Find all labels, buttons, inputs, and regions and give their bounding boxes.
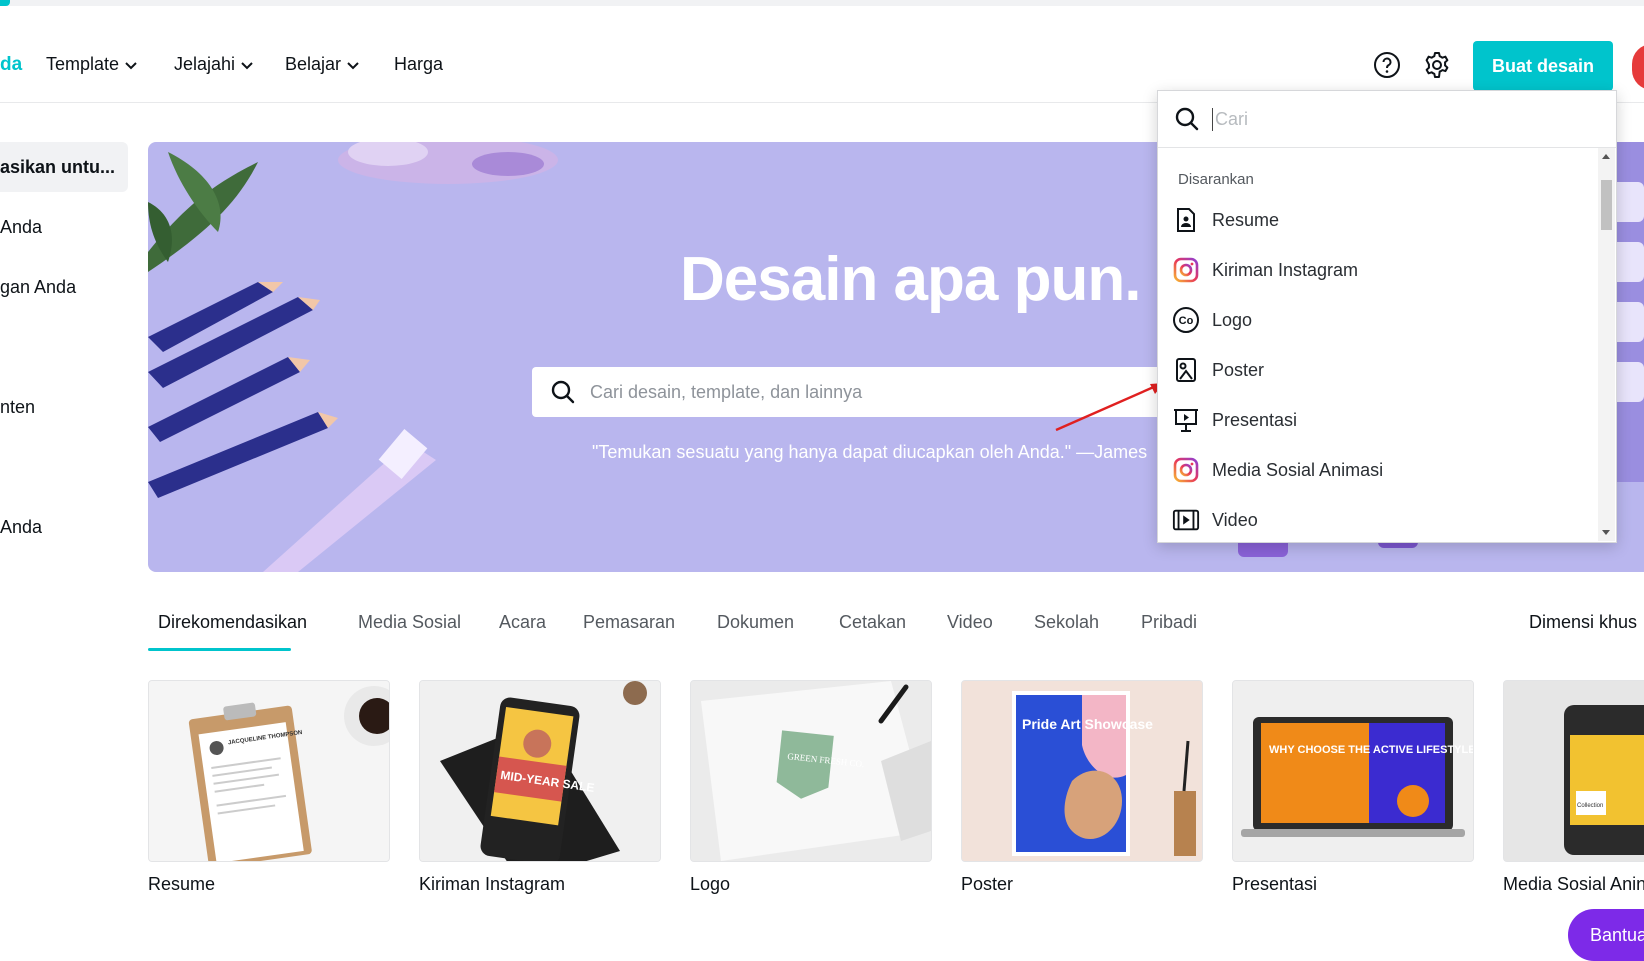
poster-icon xyxy=(1172,356,1200,384)
instagram-post-thumbnail: MID-YEAR SALE xyxy=(420,681,660,861)
card-label-logo[interactable]: Logo xyxy=(690,874,730,895)
logo-fragment[interactable]: da xyxy=(0,54,22,76)
card-animated-social-thumb[interactable]: Collection xyxy=(1503,680,1644,862)
dropdown-item-label: Resume xyxy=(1212,209,1280,230)
svg-text:Co: Co xyxy=(1179,315,1194,327)
animated-social-thumbnail: Collection xyxy=(1504,681,1644,861)
dropdown-search[interactable] xyxy=(1158,91,1616,148)
dropdown-item-label: Presentasi xyxy=(1212,409,1298,430)
custom-size-link[interactable]: Dimensi khus xyxy=(1529,612,1637,633)
presentation-thumbnail: WHY CHOOSE THE ACTIVE LIFESTYLE xyxy=(1233,681,1473,861)
tab-events[interactable]: Acara xyxy=(499,612,546,633)
poster-thumb-text: Pride Art Showcase xyxy=(1022,716,1153,732)
animated-social-thumb-text: Collection xyxy=(1577,803,1603,809)
chevron-down-icon xyxy=(241,61,253,69)
nav-label: Template xyxy=(46,54,120,74)
nav-label: Belajar xyxy=(285,54,342,74)
scroll-up-arrow[interactable] xyxy=(1602,154,1610,159)
card-presentation-thumb[interactable]: WHY CHOOSE THE ACTIVE LIFESTYLE xyxy=(1232,680,1474,862)
dropdown-item-resume[interactable]: Resume xyxy=(1158,197,1598,243)
card-label-instagram[interactable]: Kiriman Instagram xyxy=(419,874,565,895)
dropdown-item-video[interactable]: Video xyxy=(1158,497,1598,542)
instagram-icon xyxy=(1172,456,1200,484)
sidebar-item-4[interactable]: nten xyxy=(0,397,35,418)
dropdown-item-label: Video xyxy=(1212,509,1258,530)
dropdown-item-label: Media Sosial Animasi xyxy=(1212,459,1384,480)
top-accent xyxy=(0,0,10,6)
card-resume-thumb[interactable]: JACQUELINE THOMPSON xyxy=(148,680,390,862)
card-label-resume[interactable]: Resume xyxy=(148,874,215,895)
active-tab-underline xyxy=(148,648,291,651)
dropdown-item-label: Kiriman Instagram xyxy=(1212,259,1359,280)
logo-thumbnail: GREEN FRESH CO. xyxy=(691,681,931,861)
card-poster-thumb[interactable]: Pride Art Showcase xyxy=(961,680,1203,862)
tab-recommended[interactable]: Direkomendasikan xyxy=(158,612,307,633)
card-label-presentation[interactable]: Presentasi xyxy=(1232,874,1317,895)
resume-thumbnail: JACQUELINE THOMPSON xyxy=(149,681,389,861)
annotation-arrow xyxy=(1055,383,1164,432)
scroll-down-arrow[interactable] xyxy=(1602,530,1610,535)
tab-school[interactable]: Sekolah xyxy=(1034,612,1099,633)
hero-title: Desain apa pun. xyxy=(680,245,1141,314)
resume-icon xyxy=(1172,206,1200,234)
tab-prints[interactable]: Cetakan xyxy=(839,612,906,633)
dropdown-item-label: Logo xyxy=(1212,309,1253,330)
chevron-down-icon xyxy=(125,61,137,69)
dropdown-item-logo[interactable]: Co Logo xyxy=(1158,297,1598,343)
tab-social-media[interactable]: Media Sosial xyxy=(358,612,461,633)
tab-marketing[interactable]: Pemasaran xyxy=(583,612,675,633)
nav-label: Harga xyxy=(394,54,444,74)
nav-template[interactable]: Template xyxy=(46,54,139,75)
create-design-button[interactable]: Buat desain xyxy=(1473,41,1613,91)
scrollbar-thumb[interactable] xyxy=(1601,180,1612,230)
nav-harga[interactable]: Harga xyxy=(394,54,443,75)
dropdown-item-instagram[interactable]: Kiriman Instagram xyxy=(1158,247,1598,293)
avatar[interactable] xyxy=(1632,44,1644,90)
help-button[interactable]: Bantua xyxy=(1568,909,1644,961)
help-circle-icon[interactable] xyxy=(1372,50,1402,80)
card-logo-thumb[interactable]: GREEN FRESH CO. xyxy=(690,680,932,862)
poster-thumbnail: Pride Art Showcase xyxy=(962,681,1202,861)
logo-co-icon: Co xyxy=(1172,306,1200,334)
card-label-poster[interactable]: Poster xyxy=(961,874,1013,895)
dropdown-scrollbar[interactable] xyxy=(1598,148,1615,541)
dropdown-item-presentation[interactable]: Presentasi xyxy=(1158,397,1598,443)
sidebar-item-5[interactable]: Anda xyxy=(0,517,42,538)
tab-video[interactable]: Video xyxy=(947,612,993,633)
chevron-down-icon xyxy=(347,61,359,69)
nav-belajar[interactable]: Belajar xyxy=(285,54,361,75)
gear-icon[interactable] xyxy=(1422,50,1452,80)
dropdown-item-animated-social[interactable]: Media Sosial Animasi xyxy=(1158,447,1598,493)
help-button-label: Bantua xyxy=(1590,924,1644,945)
presentation-icon xyxy=(1172,406,1200,434)
hero-quote: "Temukan sesuatu yang hanya dapat diucap… xyxy=(592,442,1148,462)
dropdown-section-title: Disarankan xyxy=(1178,171,1254,188)
search-icon xyxy=(1175,107,1199,131)
tab-documents[interactable]: Dokumen xyxy=(717,612,794,633)
tab-personal[interactable]: Pribadi xyxy=(1141,612,1197,633)
presentation-thumb-text: WHY CHOOSE THE ACTIVE LIFESTYLE xyxy=(1269,744,1473,756)
sidebar-item-3[interactable]: gan Anda xyxy=(0,277,76,298)
card-label-animated-social[interactable]: Media Sosial Anin xyxy=(1503,874,1644,895)
browser-top-strip xyxy=(0,0,1644,6)
nav-jelajahi[interactable]: Jelajahi xyxy=(174,54,255,75)
video-icon xyxy=(1172,506,1200,534)
dropdown-item-label: Poster xyxy=(1212,359,1265,380)
instagram-icon xyxy=(1172,256,1200,284)
dropdown-item-poster[interactable]: Poster xyxy=(1158,347,1598,393)
sidebar-item-2[interactable]: Anda xyxy=(0,217,42,238)
card-instagram-thumb[interactable]: MID-YEAR SALE xyxy=(419,680,661,862)
create-design-dropdown: Disarankan Resume Kiriman Instagram Co L… xyxy=(1157,90,1617,543)
sidebar-item-recommended[interactable]: asikan untu... xyxy=(0,157,115,178)
nav-label: Jelajahi xyxy=(174,54,236,74)
dropdown-search-input[interactable] xyxy=(1212,107,1597,131)
search-icon xyxy=(551,380,575,404)
